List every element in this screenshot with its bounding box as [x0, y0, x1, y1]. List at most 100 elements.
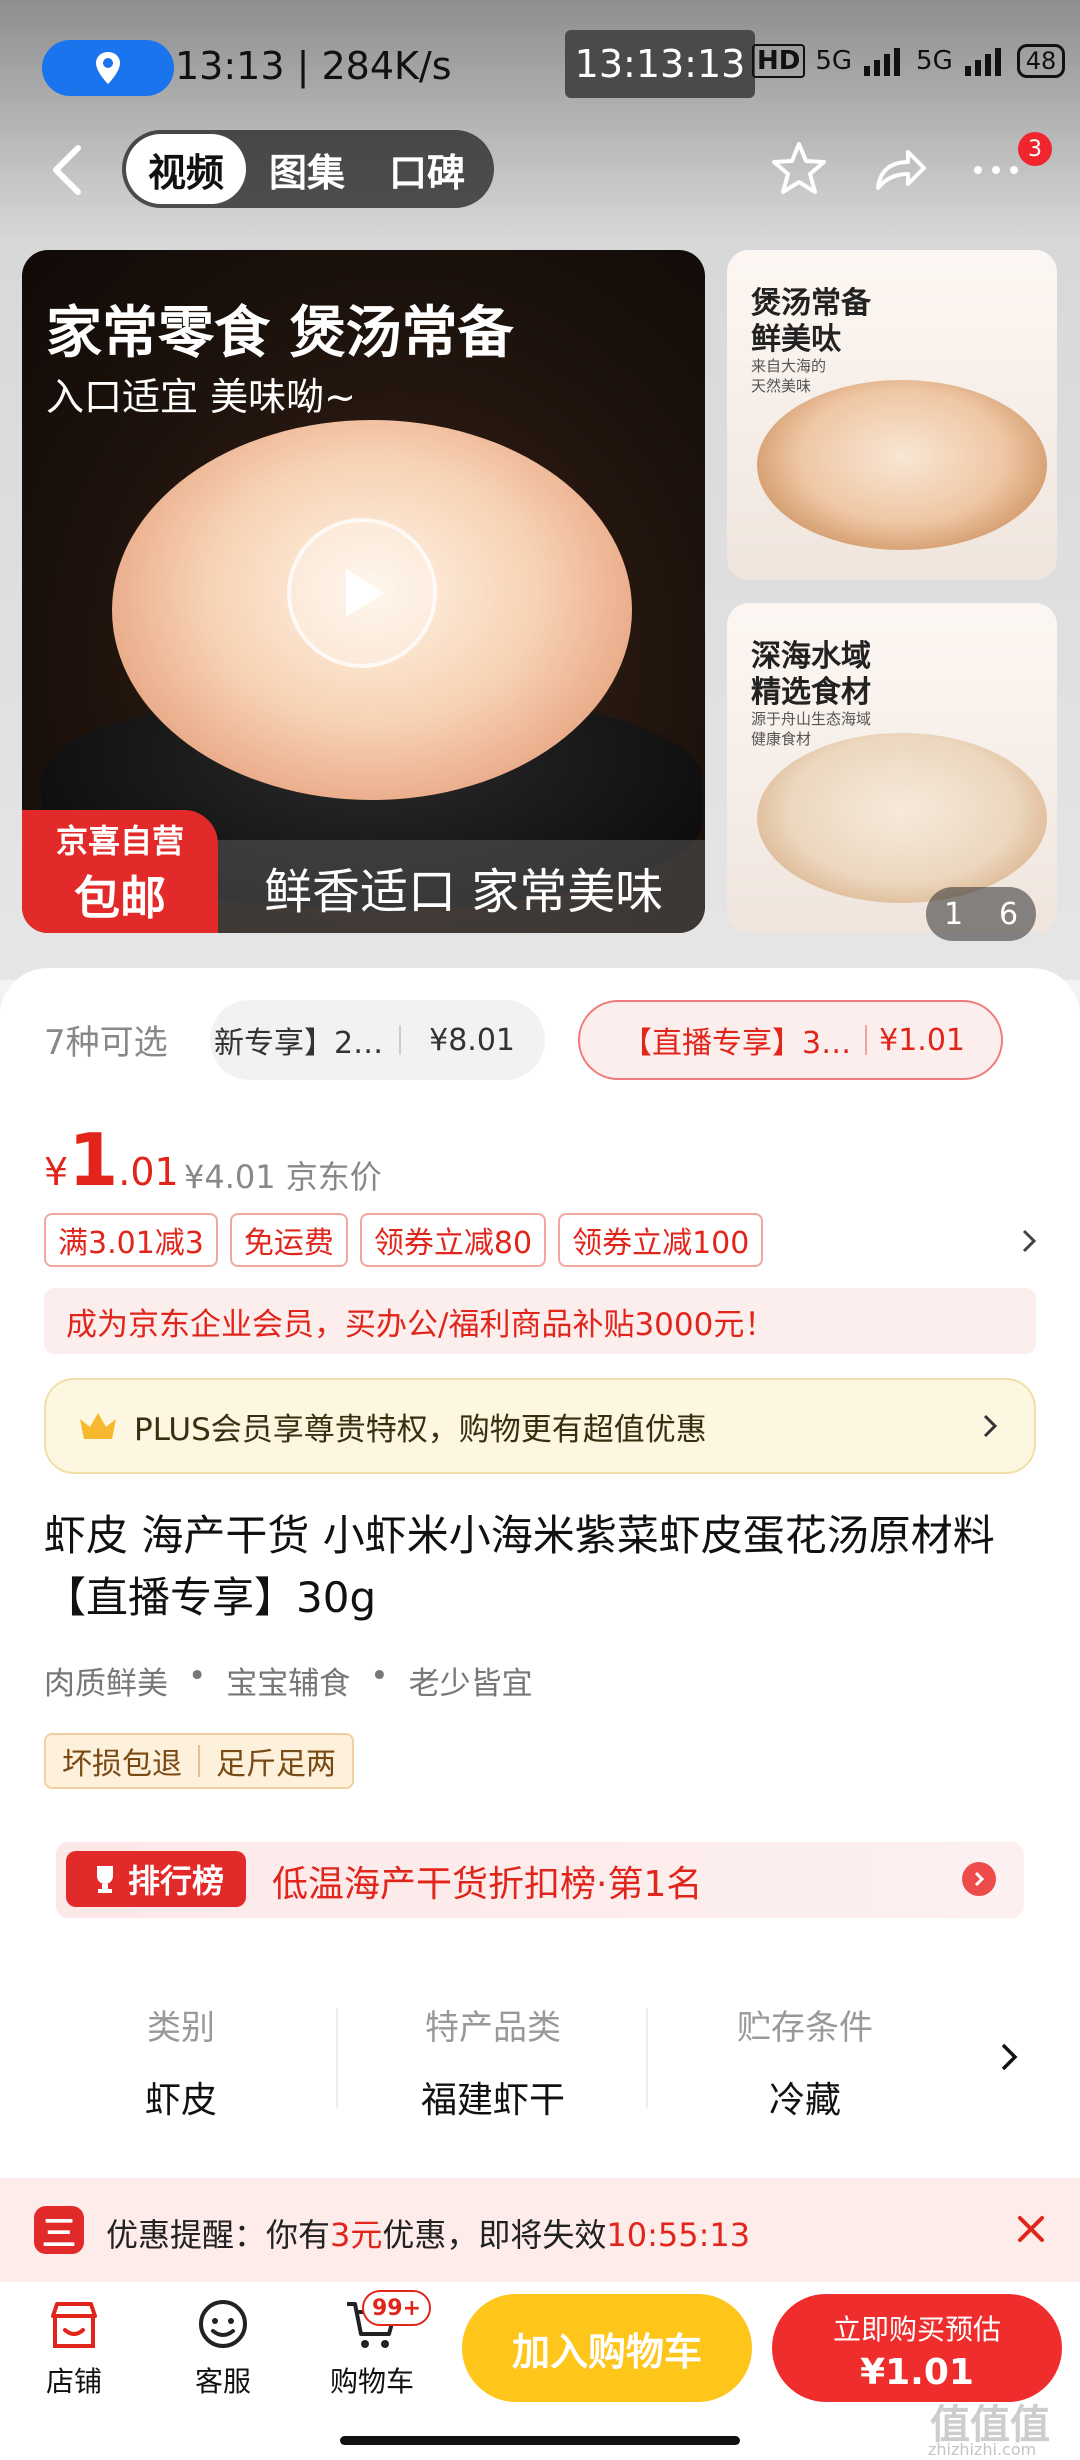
plus-member-banner[interactable]: PLUS会员享尊贵特权，购物更有超值优惠 [44, 1378, 1036, 1474]
thumbnail-2[interactable]: 深海水域 精选食材 源于舟山生态海域 健康食材 [727, 603, 1057, 933]
variant-divider [399, 1025, 402, 1055]
store-button[interactable]: 店铺 [14, 2296, 134, 2400]
counter-total: 6 [998, 896, 1019, 932]
promo-tag[interactable]: 免运费 [229, 1213, 348, 1267]
buy-now-label: 立即购买预估 [832, 2313, 1001, 2346]
promo-countdown: 10:55:13 [606, 2216, 751, 2254]
play-icon [346, 569, 384, 617]
signal-5g-label-2: 5G [916, 46, 953, 76]
original-price: ¥4.01 京东价 [184, 1158, 382, 1196]
tab-gallery[interactable]: 图集 [252, 134, 362, 204]
favorite-star-icon[interactable] [768, 138, 830, 200]
spec-item: 类别 虾皮 [66, 2000, 296, 2123]
variant-count-label[interactable]: 7种可选 [44, 1015, 168, 1064]
selling-points: 肉质鲜美 • 宝宝辅食 • 老少皆宜 [44, 1658, 533, 1703]
variant-1-price: ¥8.01 [429, 1022, 515, 1058]
battery-icon: 48 [1016, 44, 1066, 78]
variant-option-2-selected[interactable]: 【直播专享】3… ¥1.01 [578, 1000, 1003, 1080]
trophy-icon [96, 1866, 113, 1893]
variant-1-name: 新专享】2… [214, 1026, 384, 1061]
location-indicator [42, 40, 174, 96]
ranking-go-icon[interactable] [962, 1862, 996, 1896]
store-icon [51, 2302, 97, 2348]
signal-icon-2 [964, 48, 1001, 76]
video-bottom-caption: 鲜香适口 家常美味 [218, 840, 705, 933]
more-badge: 3 [1018, 132, 1052, 166]
tab-reviews[interactable]: 口碑 [372, 134, 482, 204]
spec-divider [336, 2008, 338, 2108]
spec-value: 冷藏 [768, 2080, 841, 2121]
play-button[interactable] [287, 518, 437, 668]
signal-icon [864, 48, 901, 76]
selling-point: 宝宝辅食 [226, 1666, 351, 1702]
status-clock: 13:13:13 [565, 30, 755, 98]
current-price: ¥ 1 .01 [44, 1118, 179, 1202]
price-integer: 1 [68, 1118, 119, 1202]
media-tab-switcher: 视频 图集 口碑 [122, 130, 494, 208]
promo-amount: 3元 [330, 2216, 383, 2254]
variant-2-name: 【直播专享】3… [622, 1026, 852, 1061]
cart-label: 购物车 [329, 2365, 414, 2398]
jd-self-operated-tag: 京喜自营 包邮 [22, 810, 218, 933]
chevron-right-icon [974, 1871, 985, 1887]
promo-tag[interactable]: 领券立减100 [558, 1213, 764, 1267]
ranking-badge: 排行榜 [66, 1851, 246, 1907]
enterprise-member-banner[interactable]: 成为京东企业会员，买办公/福利商品补贴3000元！ [44, 1288, 1036, 1354]
watermark-url: zhizhizhi.com [928, 2440, 1037, 2459]
buy-now-button[interactable]: 立即购买预估 ¥1.01 [772, 2294, 1062, 2402]
jd-tag-line1: 京喜自营 [55, 821, 184, 860]
signal-5g-label: 5G [815, 46, 853, 76]
back-arrow-icon[interactable] [44, 142, 94, 198]
customer-service-button[interactable]: 客服 [163, 2296, 283, 2400]
crown-icon [80, 1413, 116, 1439]
video-subtitle: 入口适宜 美味呦~ [46, 375, 356, 419]
spec-item: 贮存条件 冷藏 [690, 2000, 920, 2123]
ranking-text: 低温海产干货折扣榜·第1名 [272, 1864, 703, 1905]
store-label: 店铺 [45, 2365, 102, 2398]
image-counter: 1 6 [926, 887, 1036, 941]
add-to-cart-button[interactable]: 加入购物车 [462, 2294, 752, 2402]
video-title: 家常零食 煲汤常备 [46, 301, 514, 366]
guarantee-tags[interactable]: 坏损包退 足斤足两 [44, 1733, 354, 1789]
tab-video[interactable]: 视频 [126, 134, 246, 204]
coupon-icon: 三 [34, 2206, 84, 2254]
ranking-badge-label: 排行榜 [127, 1862, 224, 1900]
selling-point: 老少皆宜 [408, 1666, 533, 1702]
plus-banner-text: PLUS会员享尊贵特权，购物更有超值优惠 [134, 1411, 707, 1448]
spec-key: 贮存条件 [737, 2008, 873, 2048]
selling-point: 肉质鲜美 [44, 1666, 168, 1702]
spec-value: 福建虾干 [420, 2080, 565, 2121]
status-icons: HD 5G 5G 48 [752, 44, 1066, 78]
promo-tags[interactable]: 满3.01减3 免运费 领券立减80 领券立减100 [44, 1213, 764, 1267]
promo-prefix: 优惠提醒：你有 [106, 2216, 331, 2254]
thumbnail-1-title: 煲汤常备 鲜美呔 [751, 286, 871, 357]
promo-tag[interactable]: 领券立减80 [359, 1213, 547, 1267]
guarantee-tag: 坏损包退 [62, 1747, 182, 1782]
promo-tag[interactable]: 满3.01减3 [44, 1213, 218, 1267]
thumbnail-1-image [757, 380, 1047, 550]
main-video-player[interactable]: 家常零食 煲汤常备 入口适宜 美味呦~ 鲜香适口 家常美味 京喜自营 包邮 [22, 250, 705, 933]
chevron-right-icon[interactable] [998, 2040, 1020, 2074]
variant-option-1[interactable]: 新专享】2… ¥8.01 [210, 1000, 545, 1080]
product-title: 虾皮 海产干货 小虾米小海米紫菜虾皮蛋花汤原材料 【直播专享】30g [44, 1511, 995, 1622]
dot-separator: • [370, 1658, 389, 1694]
customer-service-icon [199, 2300, 247, 2348]
dot-separator: • [188, 1658, 207, 1694]
location-pin-icon [96, 52, 120, 84]
thumbnail-1[interactable]: 煲汤常备 鲜美呔 来自大海的 天然美味 [727, 250, 1057, 580]
spec-key: 类别 [147, 2008, 215, 2048]
customer-service-label: 客服 [194, 2365, 251, 2398]
cart-count-badge: 99+ [362, 2290, 432, 2326]
status-time-speed: 13:13 | 284K/s [175, 44, 452, 88]
thumbnail-2-title: 深海水域 精选食材 [751, 639, 871, 710]
counter-current: 1 [943, 896, 964, 932]
buy-now-price: ¥1.01 [860, 2352, 974, 2393]
spec-value: 虾皮 [144, 2080, 217, 2121]
guarantee-tag: 足斤足两 [216, 1747, 336, 1782]
close-icon[interactable] [1014, 2212, 1048, 2246]
home-indicator[interactable] [340, 2436, 740, 2445]
share-icon[interactable] [868, 138, 930, 200]
price-decimal: .01 [118, 1150, 179, 1194]
spec-key: 特产品类 [425, 2008, 561, 2048]
chevron-right-icon[interactable] [1018, 1226, 1040, 1256]
